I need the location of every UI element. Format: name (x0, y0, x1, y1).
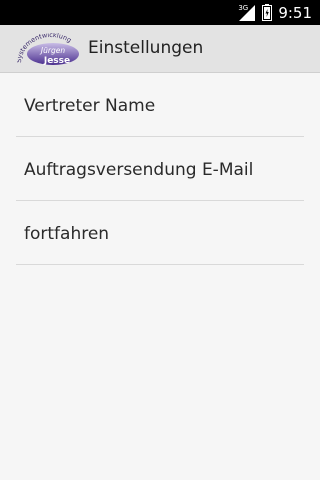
setting-label: fortfahren (24, 224, 110, 244)
signal-indicator: 3G (238, 4, 256, 22)
logo-name-top: Jürgen (39, 46, 65, 55)
logo-name-bottom: Jesse (43, 56, 70, 66)
status-bar: 3G 9:51 (0, 0, 320, 25)
app-logo[interactable]: Systementwicklung Jürgen Jesse (17, 33, 85, 67)
page-title: Einstellungen (88, 38, 204, 58)
setting-label: Vertreter Name (24, 96, 156, 116)
action-bar: Systementwicklung Jürgen Jesse Einstellu… (0, 25, 320, 73)
setting-item-auftragsversendung-email[interactable]: Auftragsversendung E-Mail (16, 137, 304, 201)
setting-item-fortfahren[interactable]: fortfahren (16, 201, 304, 265)
signal-icon (239, 4, 256, 21)
status-icons: 3G 9:51 (238, 0, 312, 25)
settings-list: Vertreter Name Auftragsversendung E-Mail… (0, 73, 320, 265)
setting-label: Auftragsversendung E-Mail (24, 160, 254, 180)
battery-icon (262, 4, 273, 21)
clock: 9:51 (278, 3, 312, 22)
setting-item-vertreter-name[interactable]: Vertreter Name (16, 73, 304, 137)
